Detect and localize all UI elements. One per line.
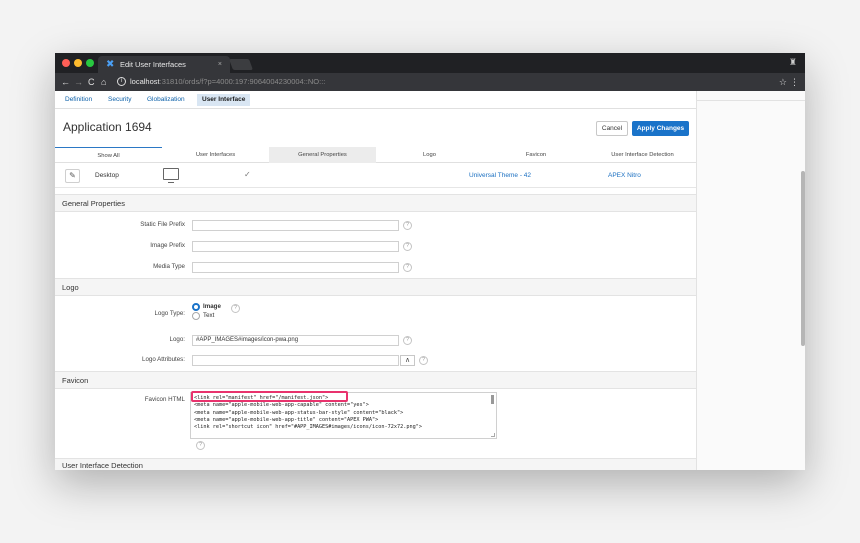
column-user-interfaces[interactable]: User Interfaces <box>162 147 269 163</box>
bookmark-star-icon[interactable]: ☆ <box>779 76 787 88</box>
apply-changes-button[interactable]: Apply Changes <box>632 121 689 136</box>
resize-grip-icon[interactable] <box>491 433 495 437</box>
reload-icon[interactable]: C <box>88 76 95 88</box>
tab-bar: ✖ Edit User Interfaces × ♜ <box>55 53 805 73</box>
logo-type-text-label: Text <box>203 312 215 319</box>
help-icon[interactable]: ? <box>419 356 428 365</box>
minimize-window-button[interactable] <box>74 59 82 67</box>
url-text: localhost:31810/ords/f?p=4000:197:906400… <box>130 76 325 88</box>
profile-icon[interactable]: ♜ <box>789 57 797 68</box>
help-icon[interactable]: ? <box>403 336 412 345</box>
help-icon[interactable]: ? <box>403 263 412 272</box>
edit-pencil-icon[interactable]: ✎ <box>65 169 80 183</box>
help-icon[interactable]: ? <box>403 242 412 251</box>
page-scrollbar[interactable] <box>801 171 805 346</box>
ui-detection-heading: User Interface Detection <box>55 458 696 470</box>
divider <box>697 100 805 101</box>
right-pane <box>696 91 805 470</box>
forward-icon[interactable]: → <box>74 76 83 88</box>
logo-type-label: Logo Type: <box>154 310 185 317</box>
back-icon[interactable]: ← <box>61 76 70 88</box>
logo-attributes-label: Logo Attributes: <box>142 356 185 363</box>
tab-title: Edit User Interfaces <box>120 60 186 69</box>
general-properties-title: General Properties <box>62 199 125 208</box>
media-type-input[interactable] <box>192 262 399 273</box>
cancel-button[interactable]: Cancel <box>596 121 628 136</box>
browser-window: ✖ Edit User Interfaces × ♜ ← → C ⌂ i loc… <box>55 53 805 470</box>
new-tab-button[interactable] <box>228 59 254 70</box>
section-tabs: Definition Security Globalization User I… <box>55 91 696 109</box>
tab-user-interface[interactable]: User Interface <box>197 94 251 106</box>
desktop-monitor-icon <box>163 168 179 183</box>
detection-link[interactable]: APEX Nitro <box>608 170 641 182</box>
help-icon[interactable]: ? <box>231 304 240 313</box>
logo-attributes-input[interactable] <box>192 355 399 366</box>
ui-detection-title: User Interface Detection <box>62 461 143 470</box>
static-file-prefix-label: Static File Prefix <box>140 221 185 228</box>
url-host: localhost <box>130 77 160 86</box>
page-title: Application 1694 <box>63 120 152 134</box>
theme-link[interactable]: Universal Theme - 42 <box>469 170 531 182</box>
favicon-title: Favicon <box>62 376 89 385</box>
help-icon[interactable]: ? <box>403 221 412 230</box>
apex-icon: ✖ <box>106 59 115 70</box>
browser-menu-icon[interactable]: ⋮ <box>790 76 799 88</box>
tab-close-icon[interactable]: × <box>218 59 222 70</box>
favicon-html-label: Favicon HTML <box>144 396 185 403</box>
manifest-highlight-box <box>191 391 348 402</box>
image-prefix-input[interactable] <box>192 241 399 252</box>
general-properties-heading: General Properties <box>55 194 696 212</box>
image-prefix-label: Image Prefix <box>150 242 185 249</box>
info-icon[interactable]: i <box>117 77 126 86</box>
code-line: <meta name="apple-mobile-web-app-title" … <box>194 416 379 423</box>
code-line: <meta name="apple-mobile-web-app-capable… <box>194 402 369 409</box>
page-content: Definition Security Globalization User I… <box>55 91 696 470</box>
close-window-button[interactable] <box>62 59 70 67</box>
address-bar: ← → C ⌂ i localhost:31810/ords/f?p=4000:… <box>55 73 805 91</box>
grid-header: Show All User Interfaces General Propert… <box>55 147 696 163</box>
logo-input[interactable]: #APP_IMAGES#images/icon-pwa.png <box>192 335 399 346</box>
column-favicon[interactable]: Favicon <box>483 147 589 163</box>
media-type-label: Media Type <box>153 263 185 270</box>
checkmark-icon: ✓ <box>244 170 251 179</box>
logo-type-image-radio[interactable] <box>192 303 200 311</box>
browser-tab[interactable]: ✖ Edit User Interfaces × <box>98 56 230 73</box>
column-show-all[interactable]: Show All <box>55 147 162 163</box>
logo-type-text-radio[interactable] <box>192 312 200 320</box>
url-field[interactable]: i localhost:31810/ords/f?p=4000:197:9064… <box>117 76 787 88</box>
column-logo[interactable]: Logo <box>376 147 483 163</box>
favicon-heading: Favicon <box>55 371 696 389</box>
textarea-scrollbar[interactable] <box>491 395 494 404</box>
column-general-properties[interactable]: General Properties <box>269 147 376 163</box>
static-file-prefix-input[interactable] <box>192 220 399 231</box>
code-line: <meta name="apple-mobile-web-app-status-… <box>194 409 404 416</box>
tab-definition[interactable]: Definition <box>65 95 92 105</box>
help-icon[interactable]: ? <box>196 441 205 450</box>
table-row: ✎ Desktop ✓ Universal Theme - 42 APEX Ni… <box>55 164 696 188</box>
logo-label: Logo: <box>169 336 185 343</box>
code-line: <link rel="shortcut icon" href="#APP_IMA… <box>194 424 422 431</box>
tab-security[interactable]: Security <box>108 95 131 105</box>
tab-globalization[interactable]: Globalization <box>147 95 185 105</box>
column-ui-detection[interactable]: User Interface Detection <box>589 147 696 163</box>
url-path: :31810/ords/f?p=4000:197:9064004230004::… <box>159 77 326 86</box>
ui-name: Desktop <box>95 172 119 179</box>
chevron-up-icon[interactable]: ∧ <box>400 355 415 366</box>
home-icon[interactable]: ⌂ <box>101 76 106 88</box>
maximize-window-button[interactable] <box>86 59 94 67</box>
logo-heading: Logo <box>55 278 696 296</box>
logo-title: Logo <box>62 283 79 292</box>
